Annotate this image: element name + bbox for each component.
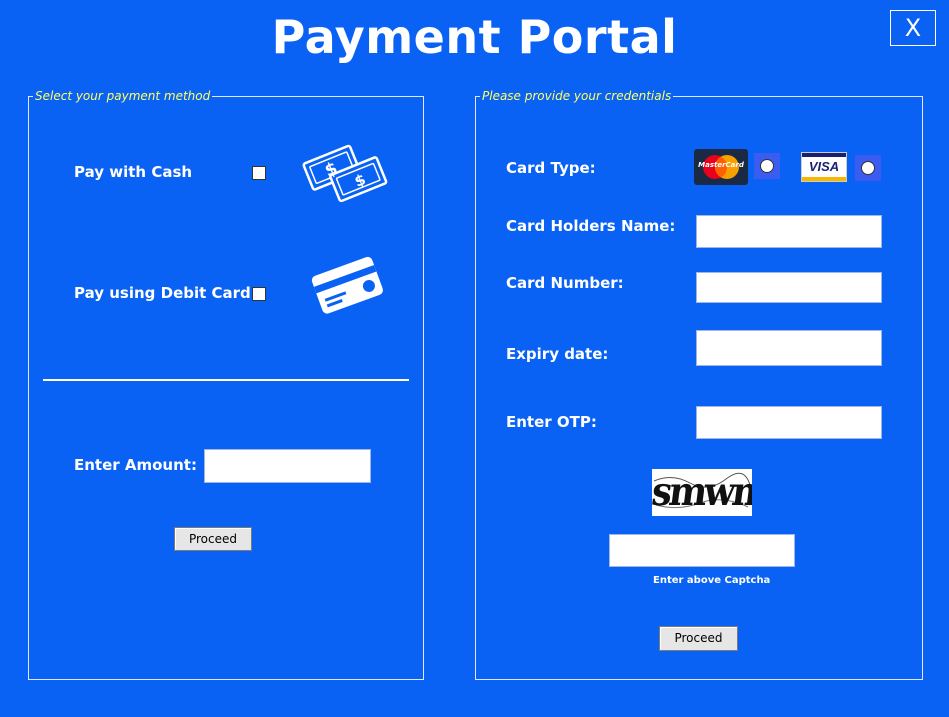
mastercard-logo: MasterCard bbox=[694, 149, 748, 185]
visa-radio[interactable] bbox=[861, 161, 875, 175]
visa-radio-box[interactable] bbox=[855, 155, 881, 181]
amount-label: Enter Amount: bbox=[74, 456, 197, 474]
right-proceed-button[interactable]: Proceed bbox=[659, 626, 738, 651]
visa-logo: VISA bbox=[801, 152, 847, 182]
otp-label: Enter OTP: bbox=[506, 413, 597, 431]
svg-text:$: $ bbox=[322, 158, 340, 181]
card-number-label: Card Number: bbox=[506, 274, 624, 292]
mastercard-radio[interactable] bbox=[760, 159, 774, 173]
otp-input[interactable] bbox=[696, 406, 882, 439]
credentials-panel: Please provide your credentials Card Typ… bbox=[475, 88, 923, 680]
pay-cash-checkbox[interactable] bbox=[252, 166, 266, 180]
close-button[interactable]: X bbox=[890, 10, 936, 46]
expiry-date-label: Expiry date: bbox=[506, 345, 609, 363]
visa-logo-text: VISA bbox=[808, 159, 840, 174]
mastercard-radio-box[interactable] bbox=[754, 153, 780, 179]
captcha-text: smwm bbox=[652, 469, 752, 516]
pay-cash-label: Pay with Cash bbox=[74, 163, 193, 181]
captcha-input[interactable] bbox=[609, 534, 795, 567]
pay-debit-checkbox[interactable] bbox=[252, 287, 266, 301]
card-holder-name-input[interactable] bbox=[696, 215, 882, 248]
amount-input[interactable] bbox=[204, 449, 371, 483]
page-title: Payment Portal bbox=[271, 10, 678, 64]
payment-method-legend: Select your payment method bbox=[33, 88, 213, 104]
captcha-image: smwm bbox=[652, 469, 752, 516]
card-type-label: Card Type: bbox=[506, 159, 596, 177]
card-number-input[interactable] bbox=[696, 272, 882, 303]
left-proceed-button[interactable]: Proceed bbox=[174, 527, 252, 551]
section-divider bbox=[43, 379, 409, 381]
cash-icon: $ $ bbox=[302, 144, 388, 202]
debit-card-icon bbox=[311, 256, 383, 314]
credentials-legend: Please provide your credentials bbox=[480, 88, 674, 104]
pay-debit-label: Pay using Debit Card bbox=[74, 284, 251, 302]
payment-method-panel: Select your payment method Pay with Cash… bbox=[28, 88, 424, 680]
captcha-note: Enter above Captcha bbox=[653, 575, 771, 586]
mastercard-logo-text: MasterCard bbox=[698, 161, 744, 169]
card-holder-name-label: Card Holders Name: bbox=[506, 217, 676, 235]
expiry-date-input[interactable] bbox=[696, 330, 882, 366]
